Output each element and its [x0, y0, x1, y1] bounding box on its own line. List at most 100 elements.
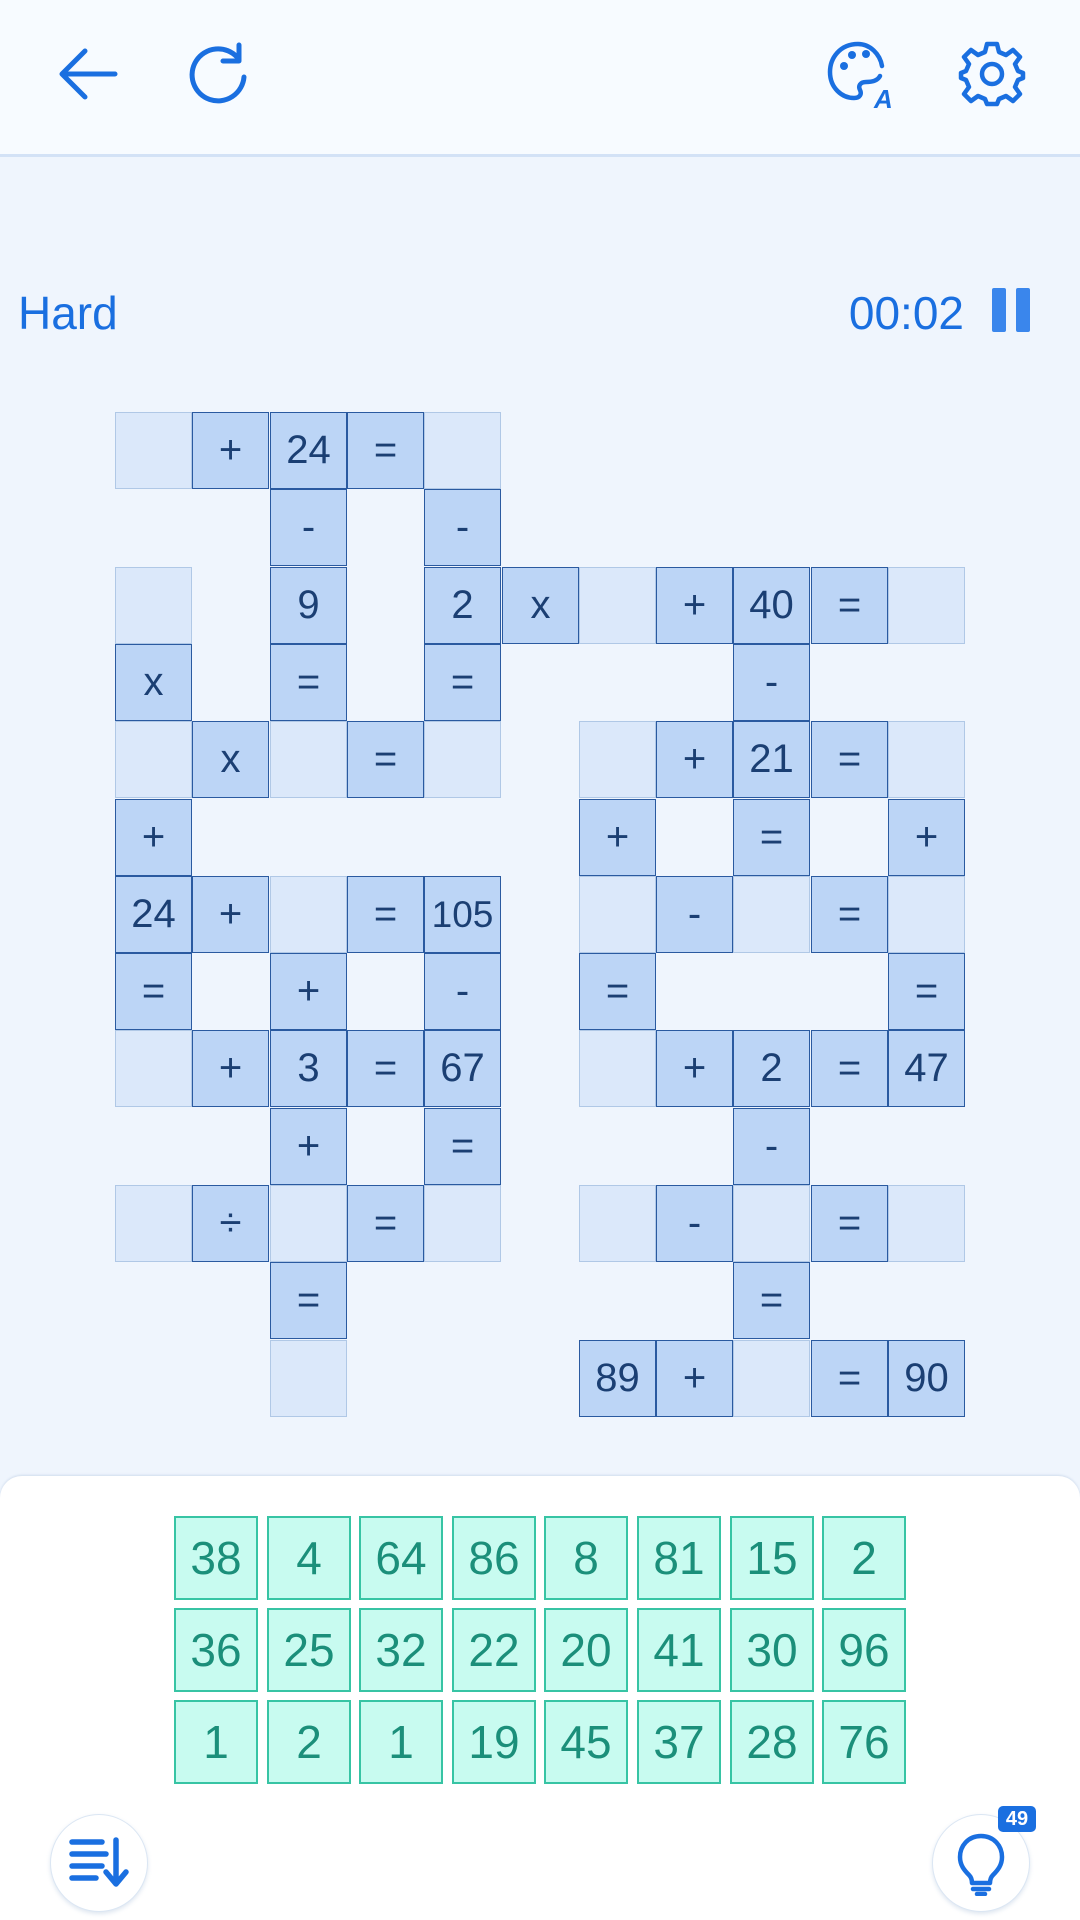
empty-cell[interactable] — [424, 1185, 501, 1262]
number-tile[interactable]: 37 — [637, 1700, 721, 1784]
board-cell: - — [733, 1108, 810, 1185]
sort-icon — [69, 1837, 129, 1887]
number-tile[interactable]: 1 — [359, 1700, 443, 1784]
board-cell: = — [811, 1340, 888, 1417]
board-cell: = — [888, 953, 965, 1030]
board-cell: - — [424, 953, 501, 1030]
number-tile[interactable]: 8 — [544, 1516, 628, 1600]
board-cell: 24 — [270, 412, 347, 489]
board-cell: - — [656, 1185, 733, 1262]
number-tile[interactable]: 30 — [730, 1608, 814, 1692]
empty-cell[interactable] — [733, 876, 810, 953]
number-tile[interactable]: 64 — [359, 1516, 443, 1600]
number-tile[interactable]: 20 — [544, 1608, 628, 1692]
empty-cell[interactable] — [579, 567, 656, 644]
empty-cell[interactable] — [733, 1185, 810, 1262]
board-cell: 3 — [270, 1030, 347, 1107]
board-cell: 24 — [115, 876, 192, 953]
board-cell: 2 — [733, 1030, 810, 1107]
empty-cell[interactable] — [888, 876, 965, 953]
board-cell: = — [347, 721, 424, 798]
board-cell: + — [656, 1340, 733, 1417]
board-cell: 9 — [270, 567, 347, 644]
empty-cell[interactable] — [115, 412, 192, 489]
board-cell: = — [347, 412, 424, 489]
empty-cell[interactable] — [579, 1185, 656, 1262]
board-cell: + — [192, 876, 269, 953]
board-cell: = — [579, 953, 656, 1030]
board-cell: 67 — [424, 1030, 501, 1107]
hint-count-badge: 49 — [998, 1806, 1036, 1832]
empty-cell[interactable] — [115, 721, 192, 798]
sort-button[interactable] — [50, 1814, 148, 1912]
number-tile[interactable]: 19 — [452, 1700, 536, 1784]
board-cell: 90 — [888, 1340, 965, 1417]
board-cell: 89 — [579, 1340, 656, 1417]
number-bank: 38 4 64 86 8 81 15 2 36 25 32 22 20 41 30 96 1 2 1 19 45 37 28… — [0, 1476, 1080, 1920]
board-cell: = — [733, 799, 810, 876]
empty-cell[interactable] — [270, 876, 347, 953]
board-cell: 2 — [424, 567, 501, 644]
board-cell: = — [811, 876, 888, 953]
number-tile[interactable]: 45 — [544, 1700, 628, 1784]
number-tile[interactable]: 4 — [267, 1516, 351, 1600]
number-tile[interactable]: 36 — [174, 1608, 258, 1692]
board-cell: - — [656, 876, 733, 953]
board-cell: + — [656, 567, 733, 644]
empty-cell[interactable] — [424, 412, 501, 489]
empty-cell[interactable] — [115, 1030, 192, 1107]
number-tile[interactable]: 28 — [730, 1700, 814, 1784]
board-cell: 47 — [888, 1030, 965, 1107]
empty-cell[interactable] — [888, 1185, 965, 1262]
board-cell: = — [811, 567, 888, 644]
empty-cell[interactable] — [888, 567, 965, 644]
number-tile[interactable]: 76 — [822, 1700, 906, 1784]
empty-cell[interactable] — [270, 721, 347, 798]
empty-cell[interactable] — [270, 1340, 347, 1417]
number-tile[interactable]: 2 — [267, 1700, 351, 1784]
empty-cell[interactable] — [733, 1340, 810, 1417]
number-tile[interactable]: 41 — [637, 1608, 721, 1692]
board-cell: - — [270, 489, 347, 566]
board-cell: + — [192, 1030, 269, 1107]
number-tile[interactable]: 32 — [359, 1608, 443, 1692]
lightbulb-icon — [957, 1833, 1005, 1896]
number-tile[interactable]: 96 — [822, 1608, 906, 1692]
board-cell: + — [579, 799, 656, 876]
board-cell: = — [733, 1262, 810, 1339]
empty-cell[interactable] — [579, 721, 656, 798]
board-cell: = — [811, 1185, 888, 1262]
board-cell: = — [115, 953, 192, 1030]
board-cell: 21 — [733, 721, 810, 798]
board-cell: + — [192, 412, 269, 489]
puzzle-board: +24 = - -9 2 x +40 = x = = - x = +21 = + + = +24 + = 105- = = + - =… — [0, 0, 1080, 1460]
number-tile[interactable]: 1 — [174, 1700, 258, 1784]
board-cell: + — [888, 799, 965, 876]
empty-cell[interactable] — [424, 721, 501, 798]
board-cell: - — [424, 489, 501, 566]
number-tile[interactable]: 15 — [730, 1516, 814, 1600]
board-cell: = — [270, 644, 347, 721]
number-tile[interactable]: 86 — [452, 1516, 536, 1600]
number-tile[interactable]: 38 — [174, 1516, 258, 1600]
board-cell: = — [347, 876, 424, 953]
empty-cell[interactable] — [888, 721, 965, 798]
number-tile[interactable]: 22 — [452, 1608, 536, 1692]
empty-cell[interactable] — [579, 1030, 656, 1107]
empty-cell[interactable] — [579, 876, 656, 953]
board-cell: 105 — [424, 876, 501, 953]
board-cell: + — [656, 721, 733, 798]
empty-cell[interactable] — [115, 567, 192, 644]
board-cell: + — [270, 953, 347, 1030]
board-cell: = — [347, 1185, 424, 1262]
number-tile[interactable]: 2 — [822, 1516, 906, 1600]
number-tile[interactable]: 25 — [267, 1608, 351, 1692]
empty-cell[interactable] — [115, 1185, 192, 1262]
board-cell: = — [347, 1030, 424, 1107]
board-cell: x — [115, 644, 192, 721]
empty-cell[interactable] — [270, 1185, 347, 1262]
board-cell: + — [115, 799, 192, 876]
board-cell: + — [270, 1108, 347, 1185]
board-cell: = — [811, 1030, 888, 1107]
number-tile[interactable]: 81 — [637, 1516, 721, 1600]
